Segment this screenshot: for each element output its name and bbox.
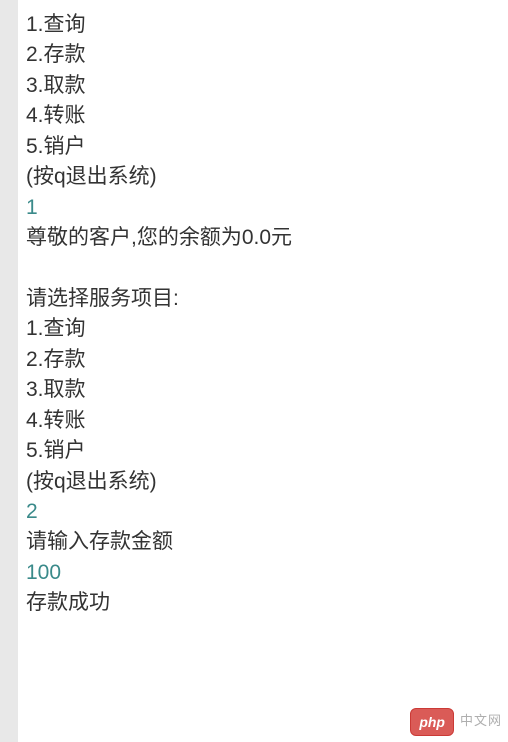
menu-item: 2.存款 — [26, 40, 500, 70]
deposit-result: 存款成功 — [26, 588, 500, 618]
menu-hint: (按q退出系统) — [26, 162, 500, 192]
balance-response: 尊敬的客户,您的余额为0.0元 — [26, 223, 500, 253]
watermark: php 中文网 — [410, 708, 502, 736]
menu-item: 3.取款 — [26, 375, 500, 405]
menu-hint: (按q退出系统) — [26, 467, 500, 497]
editor-gutter — [0, 0, 18, 742]
php-badge-icon: php — [410, 708, 454, 736]
menu-item: 1.查询 — [26, 10, 500, 40]
menu-item: 2.存款 — [26, 345, 500, 375]
watermark-text: 中文网 — [460, 712, 502, 731]
menu-item: 4.转账 — [26, 406, 500, 436]
blank-line — [26, 254, 500, 284]
user-input: 100 — [26, 558, 500, 588]
deposit-prompt: 请输入存款金额 — [26, 527, 500, 557]
menu-item: 4.转账 — [26, 101, 500, 131]
menu-item: 5.销户 — [26, 132, 500, 162]
menu-item: 3.取款 — [26, 71, 500, 101]
console-output: 1.查询 2.存款 3.取款 4.转账 5.销户 (按q退出系统) 1 尊敬的客… — [18, 0, 508, 742]
user-input: 1 — [26, 193, 500, 223]
menu-item: 1.查询 — [26, 314, 500, 344]
user-input: 2 — [26, 497, 500, 527]
service-prompt: 请选择服务项目: — [26, 284, 500, 314]
menu-item: 5.销户 — [26, 436, 500, 466]
